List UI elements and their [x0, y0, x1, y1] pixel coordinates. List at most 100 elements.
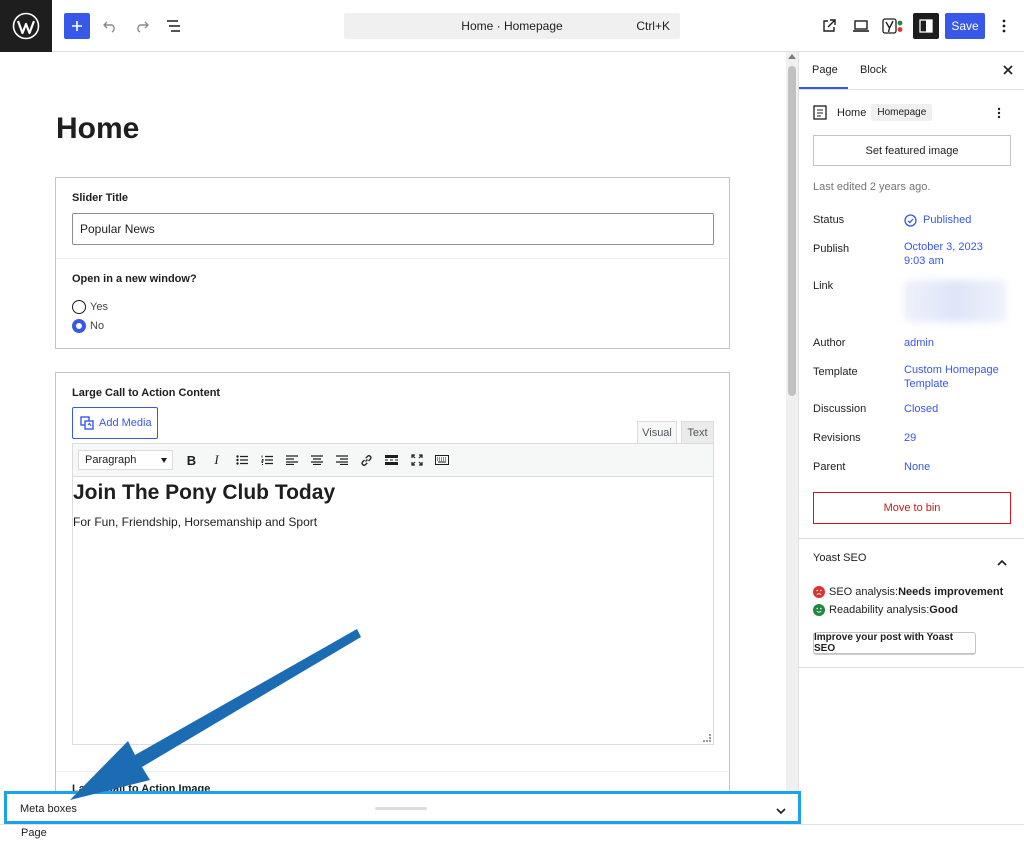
keyboard-icon — [434, 455, 449, 465]
radio-option-no[interactable]: No — [72, 319, 104, 333]
seo-analysis-value: Needs improvement — [898, 586, 1004, 598]
redo-icon — [137, 21, 149, 33]
new-window-label: Open in a new window? — [72, 273, 197, 285]
numbered-list-button[interactable] — [254, 449, 279, 471]
publish-label: Publish — [813, 243, 850, 255]
list-view-icon — [167, 20, 180, 32]
close-sidebar-button[interactable] — [1003, 62, 1013, 78]
meta-boxes-panel-bar[interactable]: Meta boxes — [4, 791, 801, 824]
yoast-toolbar-button[interactable] — [880, 12, 906, 40]
tab-block[interactable]: Block — [860, 64, 887, 76]
align-left-button[interactable] — [279, 449, 304, 471]
revisions-value[interactable]: 29 — [904, 431, 916, 445]
fullscreen-icon — [410, 454, 423, 466]
format-select-value: Paragraph — [85, 454, 137, 466]
resize-handle[interactable] — [375, 807, 427, 810]
cta-content-label: Large Call to Action Content — [72, 387, 221, 399]
align-right-icon — [335, 455, 348, 465]
readability-row: Readability analysis: Good — [813, 604, 958, 616]
publish-date: October 3, 2023 — [904, 241, 983, 253]
template-value-line1: Custom Homepage — [904, 364, 999, 376]
link-button[interactable] — [354, 449, 379, 471]
scrollbar-thumb[interactable] — [788, 66, 796, 396]
cta-meta-box: Large Call to Action Content Add Media V… — [55, 372, 730, 792]
link-value-blurred[interactable] — [904, 280, 1006, 322]
radio-no[interactable] — [72, 319, 86, 333]
preview-button[interactable] — [850, 12, 872, 40]
page-summary: Home Homepage — [813, 104, 933, 121]
align-left-icon — [285, 455, 298, 465]
format-select[interactable]: Paragraph — [78, 450, 173, 470]
yoast-icon — [882, 18, 903, 34]
radio-yes[interactable] — [72, 300, 86, 314]
command-palette-bar[interactable]: Home · Homepage Ctrl+K — [344, 13, 680, 39]
divider — [799, 538, 1024, 539]
tab-text[interactable]: Text — [681, 421, 714, 443]
scroll-up-arrow-icon[interactable] — [788, 54, 796, 59]
content-editor-area[interactable]: Join The Pony Club Today For Fun, Friend… — [72, 477, 714, 745]
discussion-label: Discussion — [813, 403, 867, 415]
add-block-button[interactable] — [64, 13, 90, 39]
breadcrumb[interactable]: Page — [21, 827, 47, 839]
settings-sidebar-toggle[interactable] — [913, 13, 939, 39]
read-more-icon — [385, 455, 398, 465]
read-more-button[interactable] — [379, 449, 404, 471]
discussion-value[interactable]: Closed — [904, 402, 938, 416]
canvas-scrollbar[interactable] — [786, 52, 798, 792]
yoast-panel-title[interactable]: Yoast SEO — [813, 552, 866, 564]
meta-boxes-toggle[interactable] — [776, 802, 786, 820]
numbered-list-icon — [261, 455, 273, 465]
publish-value[interactable]: October 3, 2023 9:03 am — [904, 240, 983, 268]
fullscreen-button[interactable] — [404, 449, 429, 471]
tab-visual[interactable]: Visual — [637, 421, 677, 443]
more-vertical-icon — [997, 107, 1001, 119]
set-featured-image-button[interactable]: Set featured image — [813, 135, 1011, 166]
editor-top-bar: Home · Homepage Ctrl+K Save — [0, 0, 1024, 52]
undo-button[interactable] — [100, 12, 120, 40]
yoast-panel-toggle[interactable] — [997, 553, 1007, 571]
laptop-icon — [853, 20, 869, 32]
author-value[interactable]: admin — [904, 336, 934, 350]
radio-no-label: No — [90, 320, 105, 332]
add-media-button[interactable]: Add Media — [72, 407, 158, 439]
save-button[interactable]: Save — [945, 13, 985, 39]
tab-page[interactable]: Page — [812, 64, 838, 76]
external-link-icon — [823, 19, 836, 32]
resize-handle[interactable] — [703, 734, 711, 742]
view-page-button[interactable] — [818, 12, 840, 40]
published-check-icon — [904, 213, 917, 227]
wordpress-logo-button[interactable] — [0, 0, 52, 52]
content-paragraph[interactable]: For Fun, Friendship, Horsemanship and Sp… — [73, 515, 317, 529]
options-menu-button[interactable] — [996, 12, 1012, 40]
add-media-label: Add Media — [99, 417, 152, 429]
page-actions-button[interactable] — [997, 106, 1001, 124]
bullet-list-button[interactable] — [229, 449, 254, 471]
bold-button[interactable]: B — [179, 449, 204, 471]
editor-format-toolbar: Paragraph B I — [72, 443, 714, 477]
parent-value[interactable]: None — [904, 460, 930, 474]
page-title[interactable]: Home — [56, 112, 139, 146]
template-value[interactable]: Custom Homepage Template — [904, 363, 999, 391]
content-heading[interactable]: Join The Pony Club Today — [73, 481, 335, 505]
chevron-up-icon — [997, 559, 1007, 566]
redo-button[interactable] — [132, 12, 152, 40]
move-to-bin-button[interactable]: Move to bin — [813, 492, 1011, 524]
wordpress-icon — [12, 12, 40, 40]
toolbar-toggle-button[interactable] — [429, 449, 454, 471]
plus-icon — [72, 21, 82, 31]
slider-title-input[interactable]: Popular News — [72, 213, 714, 245]
align-center-button[interactable] — [304, 449, 329, 471]
link-label: Link — [813, 280, 834, 292]
page-icon — [813, 105, 827, 120]
status-value[interactable]: Published — [904, 213, 971, 227]
meta-boxes-label: Meta boxes — [20, 803, 77, 815]
align-right-button[interactable] — [329, 449, 354, 471]
settings-sidebar: Page Block Home Homepage Set featured im… — [798, 52, 1024, 824]
active-tab-indicator — [799, 87, 848, 89]
happy-face-icon — [813, 604, 825, 616]
italic-button[interactable]: I — [204, 449, 229, 471]
page-name: Home — [837, 106, 867, 119]
document-overview-button[interactable] — [164, 12, 184, 40]
improve-with-yoast-button[interactable]: Improve your post with Yoast SEO — [813, 632, 976, 654]
radio-option-yes[interactable]: Yes — [72, 300, 108, 314]
